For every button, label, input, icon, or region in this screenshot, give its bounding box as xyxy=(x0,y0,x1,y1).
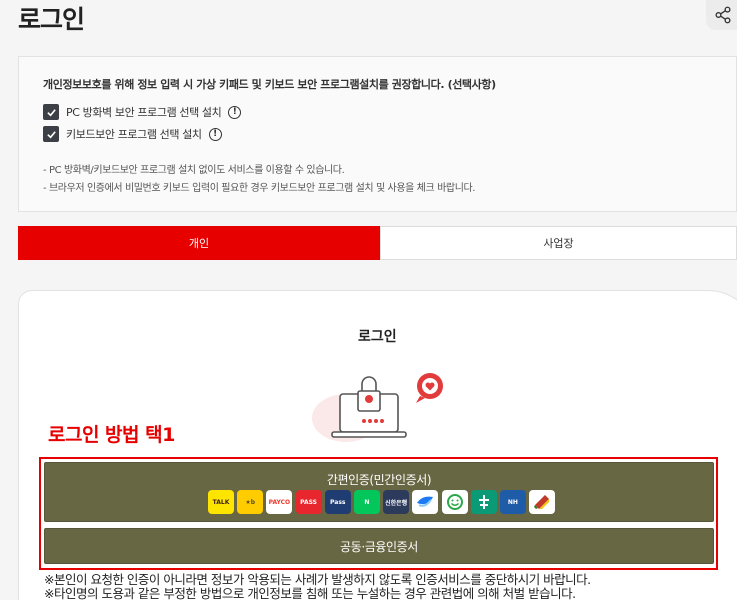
pass-icon: PASS xyxy=(295,490,322,514)
warning-text: ※타인명의 도용과 같은 부정한 방법으로 개인정보를 침해 또는 누설하는 경… xyxy=(44,586,576,600)
joint-financial-cert-button[interactable]: 공동·금융인증서 xyxy=(44,528,714,564)
login-title: 로그인 xyxy=(358,329,397,345)
toss-icon xyxy=(412,490,439,514)
firewall-label: PC 방화벽 보안 프로그램 선택 설치 xyxy=(66,106,222,119)
kakao-icon: TALK xyxy=(208,490,234,514)
payco-icon: PAYCO xyxy=(266,490,293,514)
simple-auth-button[interactable]: 간편인증(민간인증서) TALK ★b PAYCO PASS Pass N 신한… xyxy=(44,462,714,522)
firewall-checkbox[interactable] xyxy=(43,104,59,120)
security-notice: 개인정보보호를 위해 정보 입력 시 가상 키패드 및 키보드 보안 프로그램설… xyxy=(18,56,737,212)
keyboard-security-option[interactable]: 키보드보안 프로그램 선택 설치 ! xyxy=(43,125,222,143)
share-icon xyxy=(715,6,731,24)
naver-icon: N xyxy=(353,490,380,514)
page-title: 로그인 xyxy=(18,5,85,34)
share-button[interactable] xyxy=(706,0,737,30)
nh-icon: NH xyxy=(499,490,526,514)
laptop-lock-illustration xyxy=(312,373,443,442)
kica-icon xyxy=(441,490,468,514)
kb-icon: ★b xyxy=(237,490,264,514)
check-icon xyxy=(46,108,56,116)
keyboard-security-checkbox[interactable] xyxy=(43,126,59,142)
simple-auth-label: 간편인증(민간인증서) xyxy=(326,473,432,487)
hana-icon xyxy=(470,490,497,514)
check-icon xyxy=(46,130,56,138)
notice-title: 개인정보보호를 위해 정보 입력 시 가상 키패드 및 키보드 보안 프로그램설… xyxy=(43,78,496,91)
firewall-option[interactable]: PC 방화벽 보안 프로그램 선택 설치 ! xyxy=(43,103,242,121)
info-icon[interactable]: ! xyxy=(228,105,242,119)
keyboard-security-label: 키보드보안 프로그램 선택 설치 xyxy=(66,128,202,141)
notice-note: - 브라우저 인증에서 비밀번호 키보드 입력이 필요한 경우 키보드보안 프로… xyxy=(43,183,476,194)
samsung-pass-icon: Pass xyxy=(324,490,351,514)
notice-note: - PC 방화벽/키보드보안 프로그램 설치 없이도 서비스를 이용할 수 있습… xyxy=(43,165,345,176)
provider-list: TALK ★b PAYCO PASS Pass N 신한은행 NH xyxy=(208,490,558,514)
bank-icon xyxy=(529,490,556,514)
tab-business[interactable]: 사업장 xyxy=(380,226,737,260)
login-method-annotation: 로그인 방법 택1 xyxy=(48,424,175,446)
info-icon[interactable]: ! xyxy=(208,127,222,141)
tab-personal[interactable]: 개인 xyxy=(18,226,380,260)
shinhan-icon: 신한은행 xyxy=(383,490,410,514)
